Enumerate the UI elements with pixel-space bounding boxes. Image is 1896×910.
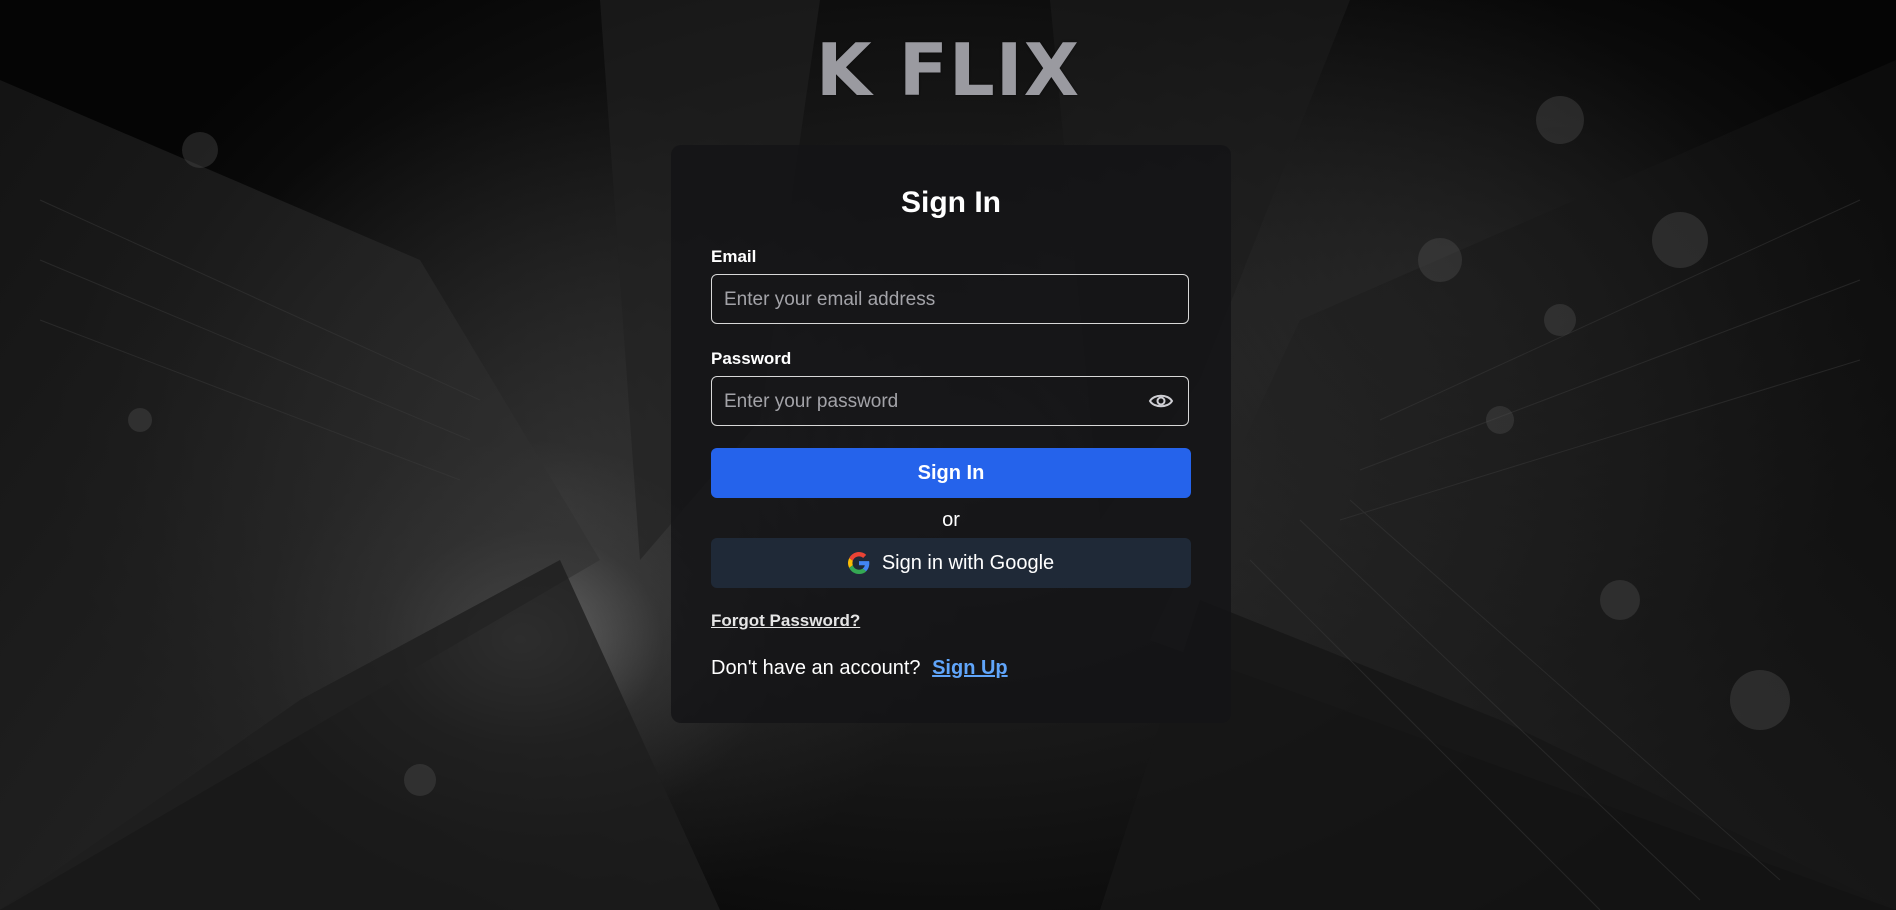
signup-prompt: Don't have an account? bbox=[711, 657, 921, 679]
signup-row: Don't have an account? Sign Up bbox=[711, 656, 1008, 680]
signup-link[interactable]: Sign Up bbox=[932, 657, 1008, 679]
email-field-box bbox=[711, 274, 1189, 325]
forgot-password-link[interactable]: Forgot Password? bbox=[711, 611, 860, 631]
password-label: Password bbox=[711, 349, 792, 368]
or-separator: or bbox=[942, 509, 960, 531]
signin-title: Sign In bbox=[901, 186, 1001, 219]
email-field[interactable] bbox=[722, 275, 1146, 325]
signin-button[interactable]: Sign In bbox=[711, 448, 1191, 498]
password-field[interactable] bbox=[722, 377, 1146, 427]
google-signin-button[interactable]: Sign in with Google bbox=[711, 538, 1191, 588]
brand-logo: K FLIX bbox=[815, 28, 1081, 112]
google-signin-label: Sign in with Google bbox=[881, 551, 1055, 574]
google-icon bbox=[847, 552, 870, 574]
eye-icon[interactable] bbox=[1148, 389, 1174, 413]
email-label: Email bbox=[711, 247, 757, 266]
signin-card: Sign In Email Password Sign In or Sign i… bbox=[671, 145, 1231, 723]
password-field-box bbox=[711, 376, 1189, 427]
